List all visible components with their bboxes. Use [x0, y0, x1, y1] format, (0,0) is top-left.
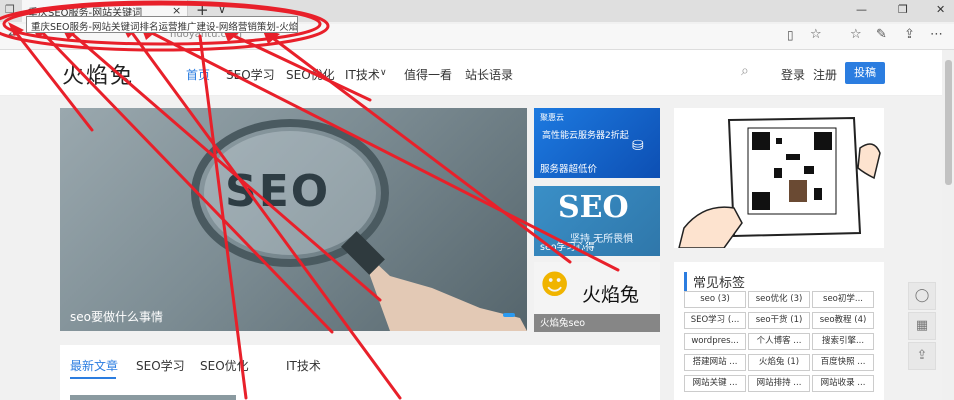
promo-seo-learning[interactable]: SEO 坚持 无所畏惧 seo学习心得 [534, 186, 660, 256]
site-logo[interactable]: 火焰兔 [62, 58, 134, 90]
tab-actions-icon[interactable]: ❒ [5, 3, 15, 16]
nav-worth-watching[interactable]: 值得一看 [404, 66, 452, 83]
minimize-button[interactable]: — [856, 3, 867, 16]
nav-seo-learning[interactable]: SEO学习 [226, 66, 275, 83]
tag-cloud-title: 常见标签 [684, 272, 745, 291]
hero-illustration [191, 119, 527, 331]
tag-item[interactable]: 个人博客 ... [748, 333, 810, 350]
article-tabs-panel: 最新文章 SEO学习 SEO优化 wordpress IT技术 [60, 345, 660, 400]
tag-item[interactable]: 搜索引擎... [812, 333, 874, 350]
share-icon[interactable]: ⇪ [904, 27, 915, 42]
qr-code-widget [674, 108, 884, 248]
cloud-server-icon: ⛁ [632, 138, 644, 154]
promo-server[interactable]: 聚惠云 高性能云服务器2折起 ⛁ 服务器超低价 [534, 108, 660, 178]
nav-home[interactable]: 首页 [186, 66, 210, 83]
hero-caption[interactable]: seo要做什么事情 [70, 308, 163, 325]
tag-item[interactable]: wordpres... [684, 333, 746, 350]
promo-huoyantu[interactable]: ☻ 火焰兔 火焰兔seo [534, 262, 660, 332]
slider-indicator[interactable] [503, 313, 515, 317]
promo-caption: 服务器超低价 [540, 164, 598, 175]
chevron-down-icon: ∨ [380, 68, 387, 78]
tab-latest-articles[interactable]: 最新文章 [70, 357, 118, 374]
promo-caption: 火焰兔seo [540, 318, 586, 329]
nav-seo-optimization[interactable]: SEO优化 [286, 66, 335, 83]
tab-title-tooltip: 重庆SEO服务-网站关键词排名运营推广建设-网络营销策划-火焰兔博客 [26, 16, 298, 33]
promo-caption: seo学习心得 [540, 242, 595, 253]
article-thumbnail[interactable] [70, 395, 236, 400]
tag-cloud-widget: 常见标签 seo (3) seo优化 (3) seo初学... SEO学习 (... s… [674, 262, 884, 400]
tag-item[interactable]: 百度快照 ... [812, 354, 874, 371]
tag-item[interactable]: seo优化 (3) [748, 291, 810, 308]
tag-item[interactable]: seo (3) [684, 291, 746, 308]
submit-article-button[interactable]: 投稿 [845, 62, 885, 84]
promo-brand: 聚惠云 [540, 113, 564, 122]
tag-item[interactable]: 网站收录 ... [812, 375, 874, 392]
tag-item[interactable]: 网站排持 ... [748, 375, 810, 392]
scrollbar-thumb[interactable] [945, 60, 952, 185]
site-header: 火焰兔 首页 SEO学习 SEO优化 IT技术 ∨ 值得一看 站长语录 ⌕ 登录… [0, 50, 942, 96]
tag-item[interactable]: seo初学... [812, 291, 874, 308]
floating-toolbar: ◯ ▦ ⇪ [908, 282, 936, 372]
tag-item[interactable]: 搭建网站 ... [684, 354, 746, 371]
restore-button[interactable]: ❐ [898, 3, 908, 16]
close-window-button[interactable]: ✕ [936, 3, 945, 16]
tab-list-icon[interactable]: ∨ [218, 3, 226, 16]
more-menu-icon[interactable]: ⋯ [930, 27, 943, 42]
tab-seo-learning[interactable]: SEO学习 [136, 357, 185, 374]
tag-item[interactable]: 网站关键 ... [684, 375, 746, 392]
favorites-list-icon[interactable]: ☆ [850, 27, 862, 42]
qr-code-icon[interactable]: ▦ [908, 312, 936, 340]
tag-item[interactable]: seo教程 (4) [812, 312, 874, 329]
tab-it-tech[interactable]: IT技术 [286, 357, 321, 374]
hero-seo-text: SEO [225, 166, 331, 217]
register-link[interactable]: 注册 [813, 66, 837, 83]
notes-pen-icon[interactable]: ✎ [876, 27, 887, 42]
tag-item[interactable]: 火焰兔 (1) [748, 354, 810, 371]
search-icon[interactable]: ⌕ [741, 63, 749, 79]
active-tab-underline [70, 377, 116, 379]
reading-view-icon[interactable]: ▯ [787, 28, 794, 42]
promo-headline: 高性能云服务器2折起 [542, 131, 629, 141]
comment-icon[interactable]: ◯ [908, 282, 936, 310]
nav-it-tech[interactable]: IT技术 [345, 66, 380, 83]
favorite-star-icon[interactable]: ☆ [810, 27, 822, 42]
tab-seo-optimization[interactable]: SEO优化 [200, 357, 249, 374]
qr-code-illustration [678, 116, 881, 248]
promo-headline: 火焰兔 [582, 284, 640, 306]
hero-slider[interactable]: SEO seo要做什么事情 [60, 108, 527, 331]
tag-item[interactable]: SEO学习 (... [684, 312, 746, 329]
share-icon[interactable]: ⇪ [908, 342, 936, 370]
lightbulb-mascot-icon: ☻ [540, 268, 570, 301]
nav-webmaster-quotes[interactable]: 站长语录 [465, 66, 513, 83]
login-link[interactable]: 登录 [781, 66, 805, 83]
promo-headline: SEO [558, 190, 629, 225]
back-arrow-icon[interactable]: ← [8, 28, 19, 43]
tag-item[interactable]: seo干货 (1) [748, 312, 810, 329]
